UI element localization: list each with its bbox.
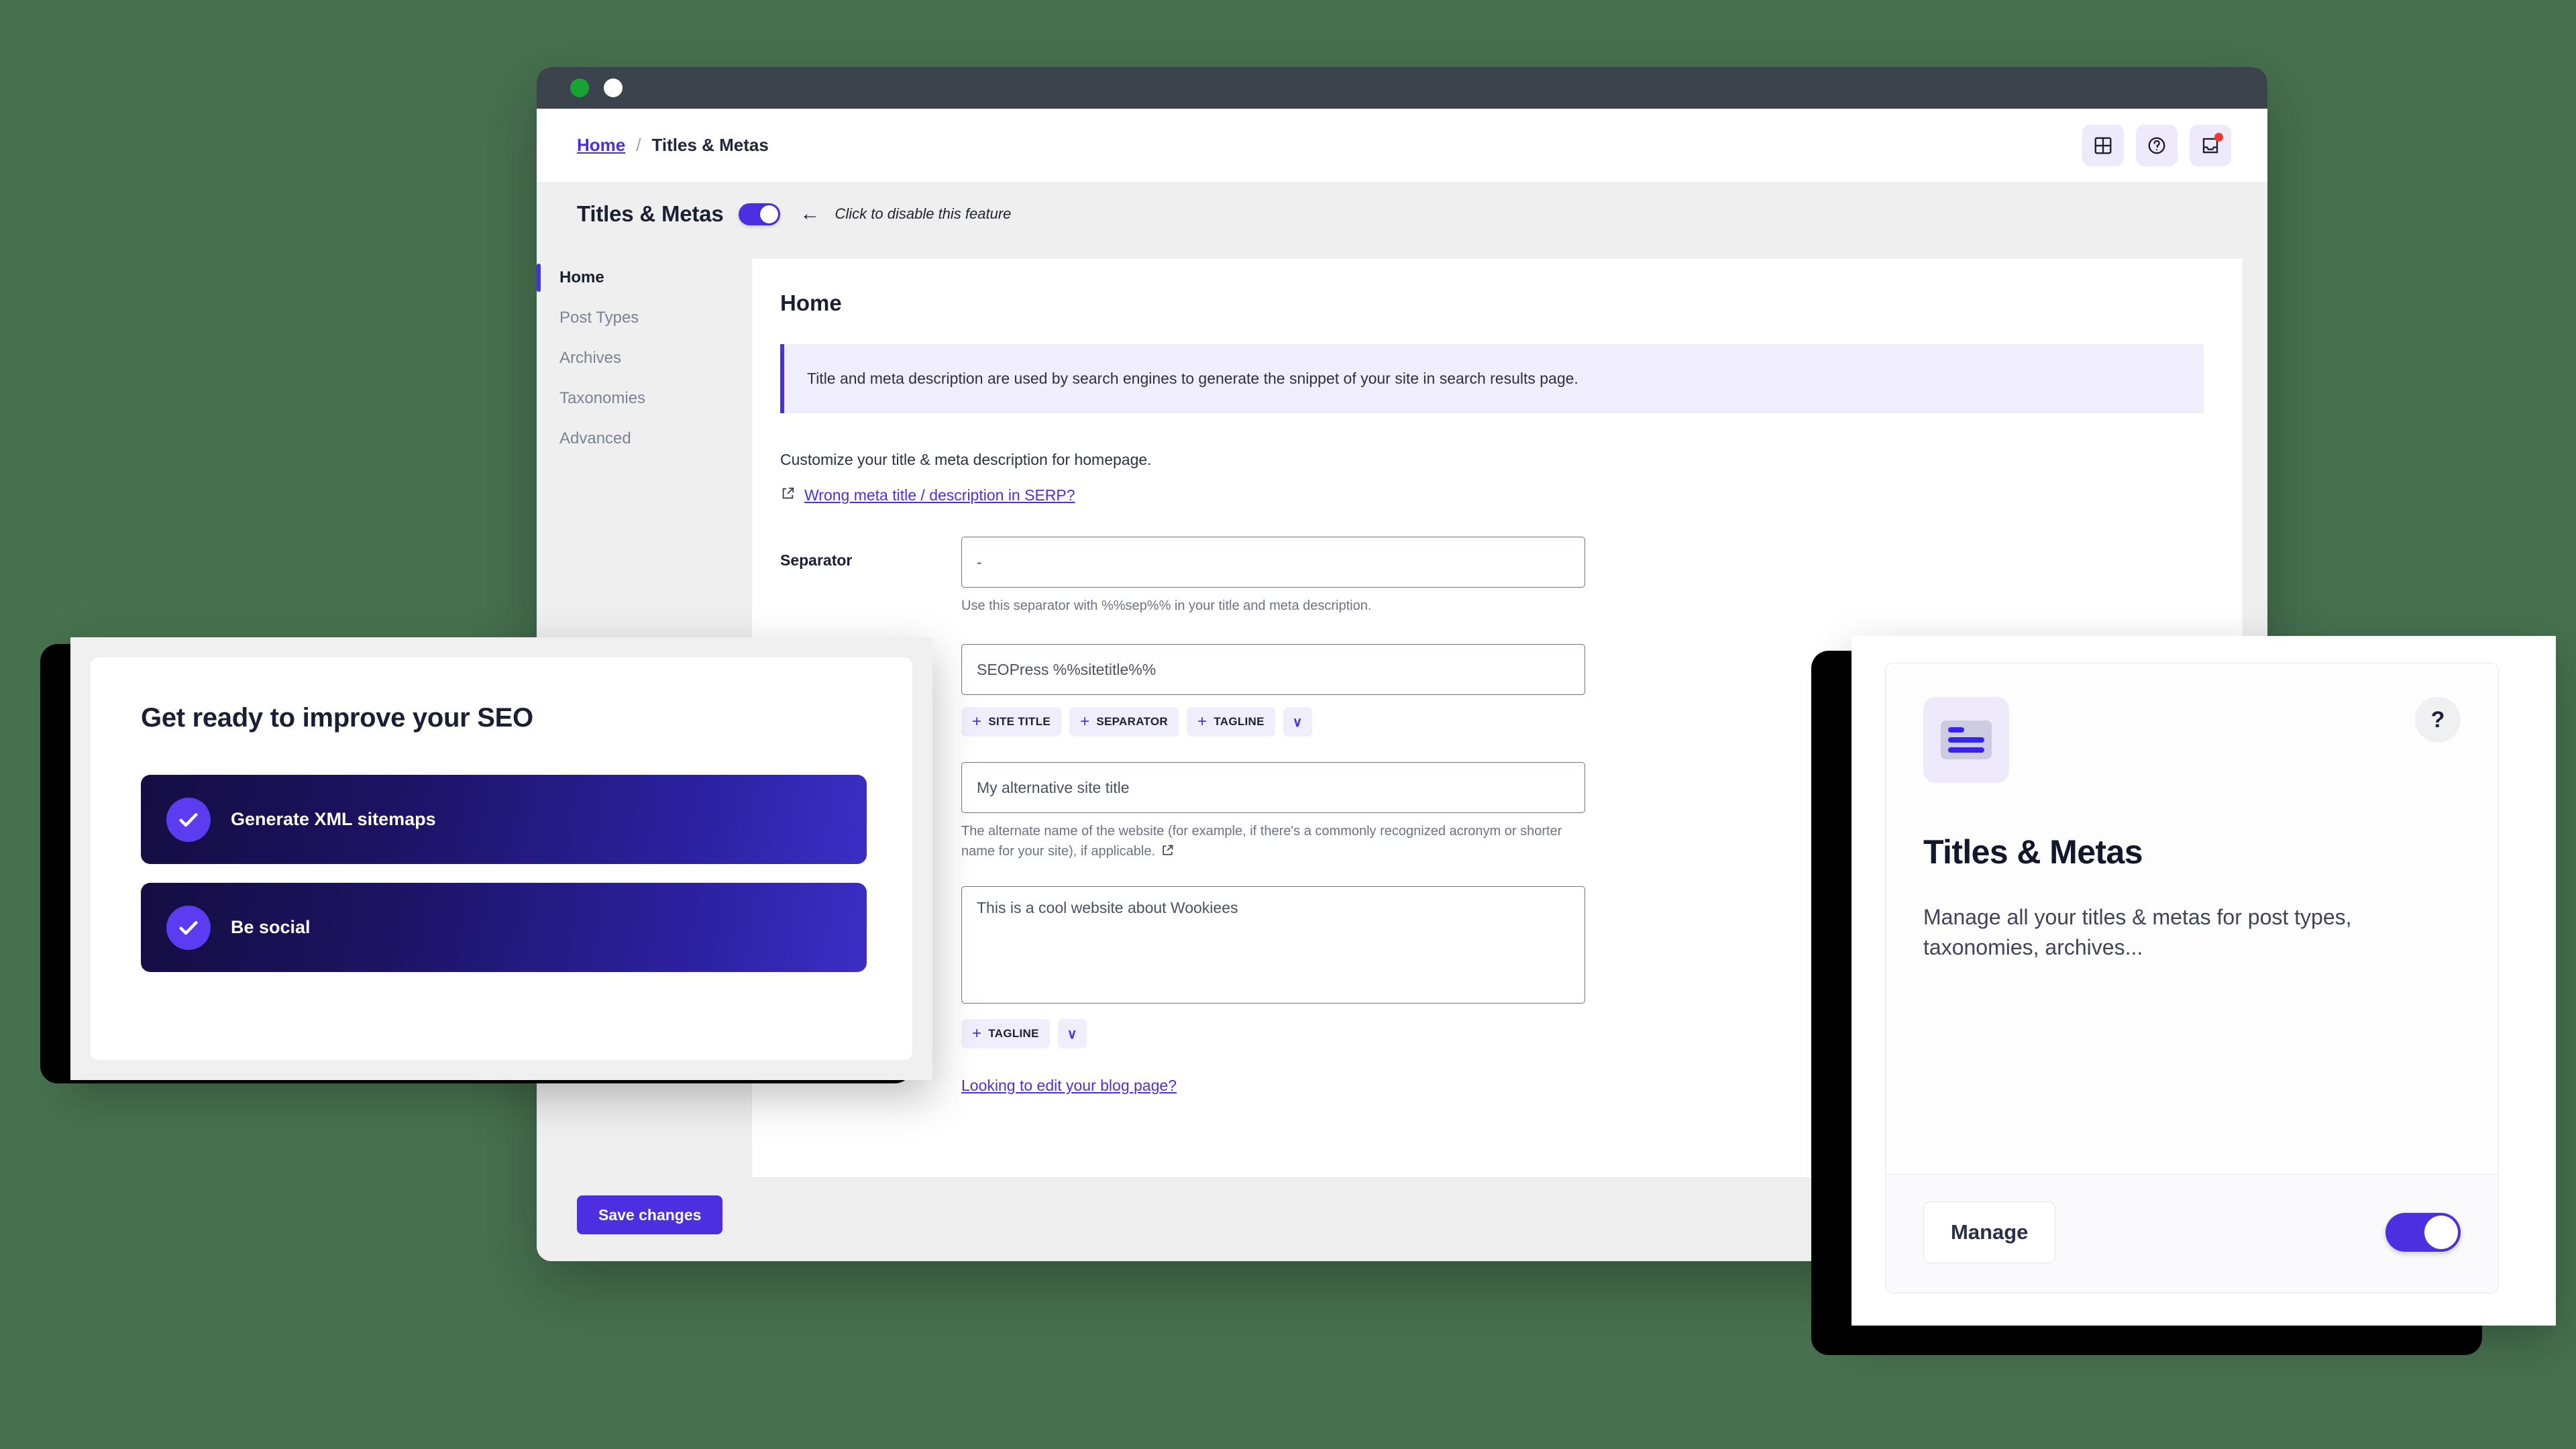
tag-label: SEPARATOR [1096,715,1168,728]
seo-task-list: Generate XML sitemaps Be social [91,733,912,972]
sidebar-item-label: Post Types [559,309,639,327]
topbar-actions [2082,124,2231,166]
description-tag-buttons: + TAGLINE ∨ [961,1019,1585,1049]
more-tags-button[interactable]: ∨ [1283,707,1312,737]
tag-label: TAGLINE [988,1027,1039,1040]
window-dot-green[interactable] [570,78,589,97]
feature-title: Titles & Metas [577,201,724,226]
feature-toggle-knob [759,205,778,223]
plus-icon: + [972,1024,982,1042]
question-icon [2147,136,2167,156]
sidebar-item-label: Home [559,268,604,286]
feature-toggle[interactable] [738,203,780,225]
seo-onboarding-overlay: Get ready to improve your SEO Generate X… [40,624,932,1093]
serp-help-link[interactable]: Wrong meta title / description in SERP? [804,486,1075,504]
chevron-down-icon: ∨ [1067,1026,1077,1042]
seo-task-label: Generate XML sitemaps [231,809,436,829]
feature-card-footer: Manage [1886,1174,2498,1293]
sidebar-item-label: Taxonomies [559,389,646,407]
sidebar-item-taxonomies[interactable]: Taxonomies [537,378,751,419]
feature-card: ? Titles & Metas Manage all your titles … [1885,663,2499,1293]
feature-card-toggle-knob [2424,1216,2458,1249]
tag-label: SITE TITLE [988,715,1051,728]
info-notice: Title and meta description are used by s… [780,344,2204,413]
breadcrumb: Home / Titles & Metas [577,135,769,156]
meta-snippet-icon [1923,697,2009,783]
chevron-down-icon: ∨ [1292,714,1303,730]
more-tags-button-description[interactable]: ∨ [1057,1019,1087,1049]
site-title-input[interactable] [961,644,1585,695]
sidebar-item-advanced[interactable]: Advanced [537,419,751,459]
feature-card-title: Titles & Metas [1923,833,2143,871]
window-dot-white[interactable] [604,78,623,97]
device-screen: ? Titles & Metas Manage all your titles … [1851,636,2556,1326]
description-textarea[interactable]: This is a cool website about Wookiees [961,886,1585,1004]
insert-site-title-button[interactable]: + SITE TITLE [961,707,1062,737]
dashboard-button[interactable] [2082,124,2124,166]
check-icon [166,905,211,950]
seo-task-label: Be social [231,917,311,937]
titles-metas-feature-overlay: ? Titles & Metas Manage all your titles … [1811,624,2556,1355]
sidebar-item-label: Advanced [559,429,631,447]
alt-site-title-help: The alternate name of the website (for e… [961,821,1585,863]
insert-tagline-button-description[interactable]: + TAGLINE [961,1019,1050,1049]
alt-site-title-input[interactable] [961,762,1585,813]
grid-icon [2093,136,2113,156]
help-button[interactable] [2136,124,2178,166]
inbox-button[interactable] [2190,124,2231,166]
separator-input[interactable] [961,537,1585,588]
external-link-icon [780,486,795,504]
feature-card-description: Manage all your titles & metas for post … [1923,905,2352,960]
manage-button[interactable]: Manage [1923,1201,2056,1263]
seo-onboarding-card: Get ready to improve your SEO Generate X… [91,657,912,1060]
seo-onboarding-title: Get ready to improve your SEO [141,703,533,733]
screenshot-stage: Home / Titles & Metas Titles & Metas ← C… [0,0,2576,1449]
hint-arrow-icon: ← [800,203,820,225]
breadcrumb-home-link[interactable]: Home [577,135,625,156]
breadcrumb-current: Titles & Metas [651,135,769,155]
sidebar-item-label: Archives [559,349,622,367]
sidebar-item-archives[interactable]: Archives [537,338,751,378]
question-mark-icon: ? [2430,706,2445,733]
site-title-tag-buttons: + SITE TITLE + SEPARATOR + TAGLINE ∨ [961,707,1585,737]
feature-card-body: ? Titles & Metas Manage all your titles … [1886,663,2498,1174]
check-icon [166,797,211,842]
device-screen: Get ready to improve your SEO Generate X… [70,637,932,1080]
subnote-text: Customize your title & meta description … [780,451,1152,468]
alt-help-text: The alternate name of the website (for e… [961,824,1562,859]
tag-label: TAGLINE [1214,715,1265,728]
feature-help-button[interactable]: ? [2415,697,2461,743]
notification-badge [2214,132,2223,142]
insert-tagline-button[interactable]: + TAGLINE [1187,707,1275,737]
save-changes-button[interactable]: Save changes [577,1195,723,1234]
feature-hint: Click to disable this feature [835,205,1012,222]
breadcrumb-separator: / [636,135,641,155]
feature-card-toggle[interactable] [2385,1213,2461,1252]
blog-page-link[interactable]: Looking to edit your blog page? [961,1077,1177,1095]
separator-help: Use this separator with %%sep%% in your … [961,598,1372,613]
seo-task-item[interactable]: Be social [141,883,867,972]
feature-header: Titles & Metas ← Click to disable this f… [537,182,2267,243]
app-topbar: Home / Titles & Metas [537,109,2267,182]
sidebar-item-post-types[interactable]: Post Types [537,298,751,338]
separator-label: Separator [780,551,853,569]
seo-task-item[interactable]: Generate XML sitemaps [141,775,867,864]
plus-icon: + [972,712,982,731]
meta-snippet-icon-inner [1941,720,1992,759]
field-separator-row: Separator Use this separator with %%sep%… [780,537,2204,616]
window-titlebar [537,67,2267,109]
external-link-icon [1161,843,1174,863]
serp-link-row: Wrong meta title / description in SERP? [780,486,2204,504]
plus-icon: + [1080,712,1090,731]
sidebar-item-home[interactable]: Home [537,258,751,298]
insert-separator-button[interactable]: + SEPARATOR [1069,707,1179,737]
page-title: Home [780,290,842,315]
plus-icon: + [1197,712,1208,731]
